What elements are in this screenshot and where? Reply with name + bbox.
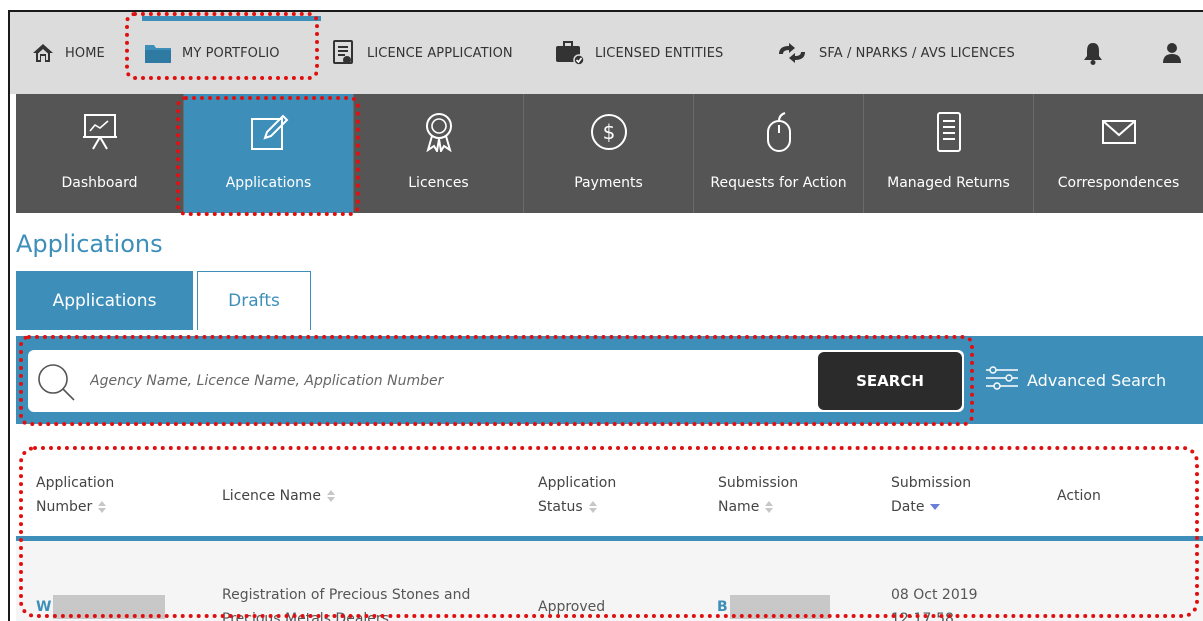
home-icon <box>32 43 54 63</box>
frame-border-left <box>8 10 10 621</box>
nav-licence-application[interactable]: LICENCE APPLICATION <box>332 12 513 94</box>
clipboard-icon <box>332 40 354 66</box>
page-title: Applications <box>16 230 163 258</box>
user-menu-button[interactable] <box>1162 12 1182 94</box>
subnav-licences-label: Licences <box>408 175 469 191</box>
award-ribbon-icon <box>422 110 456 154</box>
mouse-icon <box>765 110 793 154</box>
swap-arrows-icon <box>775 42 809 64</box>
advanced-search-label: Advanced Search <box>1027 370 1167 390</box>
briefcase-icon <box>555 40 585 66</box>
subnav-managed-returns[interactable]: Managed Returns <box>864 94 1034 213</box>
svg-text:$: $ <box>602 120 615 144</box>
document-list-icon <box>935 110 963 154</box>
tab-applications[interactable]: Applications <box>16 271 193 330</box>
annotation-my-portfolio <box>125 12 319 80</box>
nav-home[interactable]: HOME <box>32 12 105 94</box>
advanced-search-link[interactable]: Advanced Search <box>985 366 1166 394</box>
filter-sliders-icon <box>985 366 1019 394</box>
bell-icon <box>1082 41 1104 65</box>
dollar-coin-icon: $ <box>589 110 629 154</box>
subnav-licences[interactable]: Licences <box>354 94 524 213</box>
subnav-requests-for-action[interactable]: Requests for Action <box>694 94 864 213</box>
subnav-correspondences[interactable]: Correspondences <box>1034 94 1203 213</box>
subnav-dashboard[interactable]: Dashboard <box>16 94 184 213</box>
nav-licence-application-label: LICENCE APPLICATION <box>367 45 513 61</box>
user-icon <box>1162 42 1182 64</box>
tab-drafts[interactable]: Drafts <box>197 271 311 330</box>
notifications-button[interactable] <box>1082 12 1104 94</box>
subnav-payments[interactable]: $ Payments <box>524 94 694 213</box>
nav-sfa-nparks-avs-licences[interactable]: SFA / NPARKS / AVS LICENCES <box>775 12 1015 94</box>
nav-sfa-label: SFA / NPARKS / AVS LICENCES <box>819 45 1015 61</box>
nav-licensed-entities[interactable]: LICENSED ENTITIES <box>555 12 723 94</box>
nav-licensed-entities-label: LICENSED ENTITIES <box>595 45 724 61</box>
subnav-payments-label: Payments <box>574 175 643 191</box>
annotation-results-table <box>19 446 1199 618</box>
subnav-managed-returns-label: Managed Returns <box>887 175 1010 191</box>
nav-home-label: HOME <box>65 45 105 61</box>
presentation-board-icon <box>82 110 118 154</box>
subnav-requests-label: Requests for Action <box>710 175 847 191</box>
annotation-search-bar <box>19 335 974 426</box>
subnav-correspondences-label: Correspondences <box>1057 175 1180 191</box>
subnav-dashboard-label: Dashboard <box>61 175 138 191</box>
annotation-applications-tile <box>176 96 360 216</box>
envelope-icon <box>1101 110 1136 154</box>
